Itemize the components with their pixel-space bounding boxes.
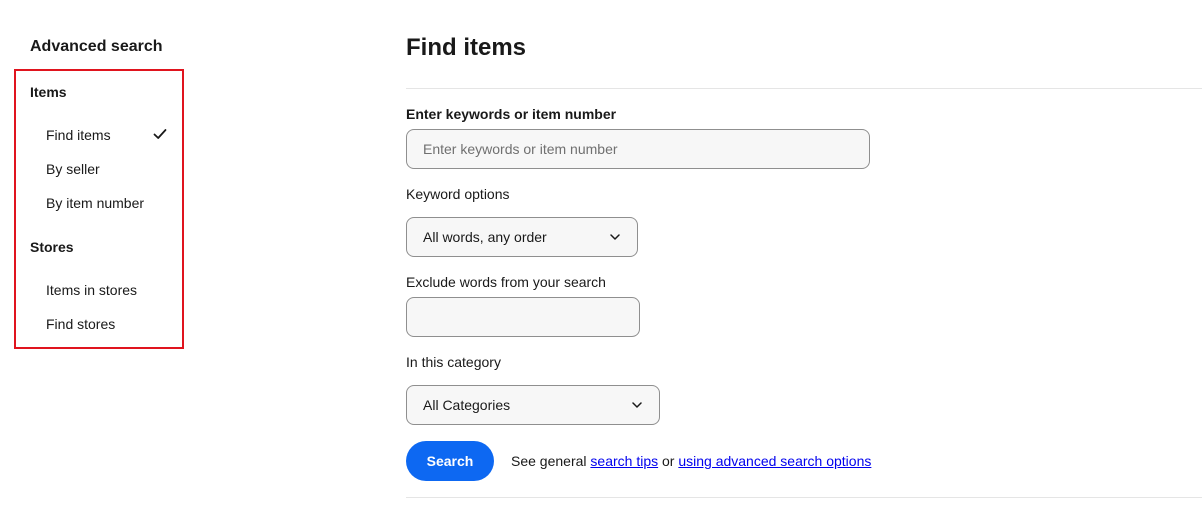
- advanced-search-options-link[interactable]: using advanced search options: [678, 453, 871, 469]
- help-prefix: See general: [511, 453, 587, 469]
- keyword-options-select[interactable]: All words, any order: [406, 217, 638, 257]
- checkmark-icon: [153, 129, 167, 139]
- exclude-words-input[interactable]: [406, 297, 640, 337]
- keyword-options-value: All words, any order: [423, 229, 547, 245]
- bottom-divider: [406, 497, 1202, 498]
- keyword-options-label: Keyword options: [406, 186, 510, 202]
- sidebar-item-find-stores[interactable]: Find stores: [46, 316, 115, 332]
- category-select[interactable]: All Categories: [406, 385, 660, 425]
- advanced-search-page: Advanced search Items Find items By sell…: [0, 0, 1202, 512]
- sidebar-group-items-heading: Items: [30, 84, 67, 100]
- sidebar-item-find-items[interactable]: Find items: [46, 127, 111, 143]
- page-title: Find items: [406, 34, 527, 61]
- sidebar-item-items-in-stores[interactable]: Items in stores: [46, 282, 137, 298]
- category-label: In this category: [406, 354, 501, 370]
- search-tips-link[interactable]: search tips: [590, 453, 658, 469]
- sidebar-group-stores-heading: Stores: [30, 239, 74, 255]
- sidebar-item-by-item-number[interactable]: By item number: [46, 195, 144, 211]
- sidebar-item-by-seller[interactable]: By seller: [46, 161, 100, 177]
- category-value: All Categories: [423, 397, 511, 413]
- top-divider: [406, 88, 1202, 89]
- chevron-down-icon: [632, 402, 642, 408]
- keywords-input[interactable]: [406, 129, 870, 169]
- exclude-label: Exclude words from your search: [406, 274, 606, 290]
- keywords-label: Enter keywords or item number: [406, 106, 617, 122]
- search-button[interactable]: Search: [406, 441, 494, 481]
- chevron-down-icon: [610, 234, 620, 240]
- sidebar-title: Advanced search: [30, 38, 163, 55]
- help-middle: or: [662, 453, 675, 469]
- search-help-text: See general search tips or using advance…: [511, 453, 871, 469]
